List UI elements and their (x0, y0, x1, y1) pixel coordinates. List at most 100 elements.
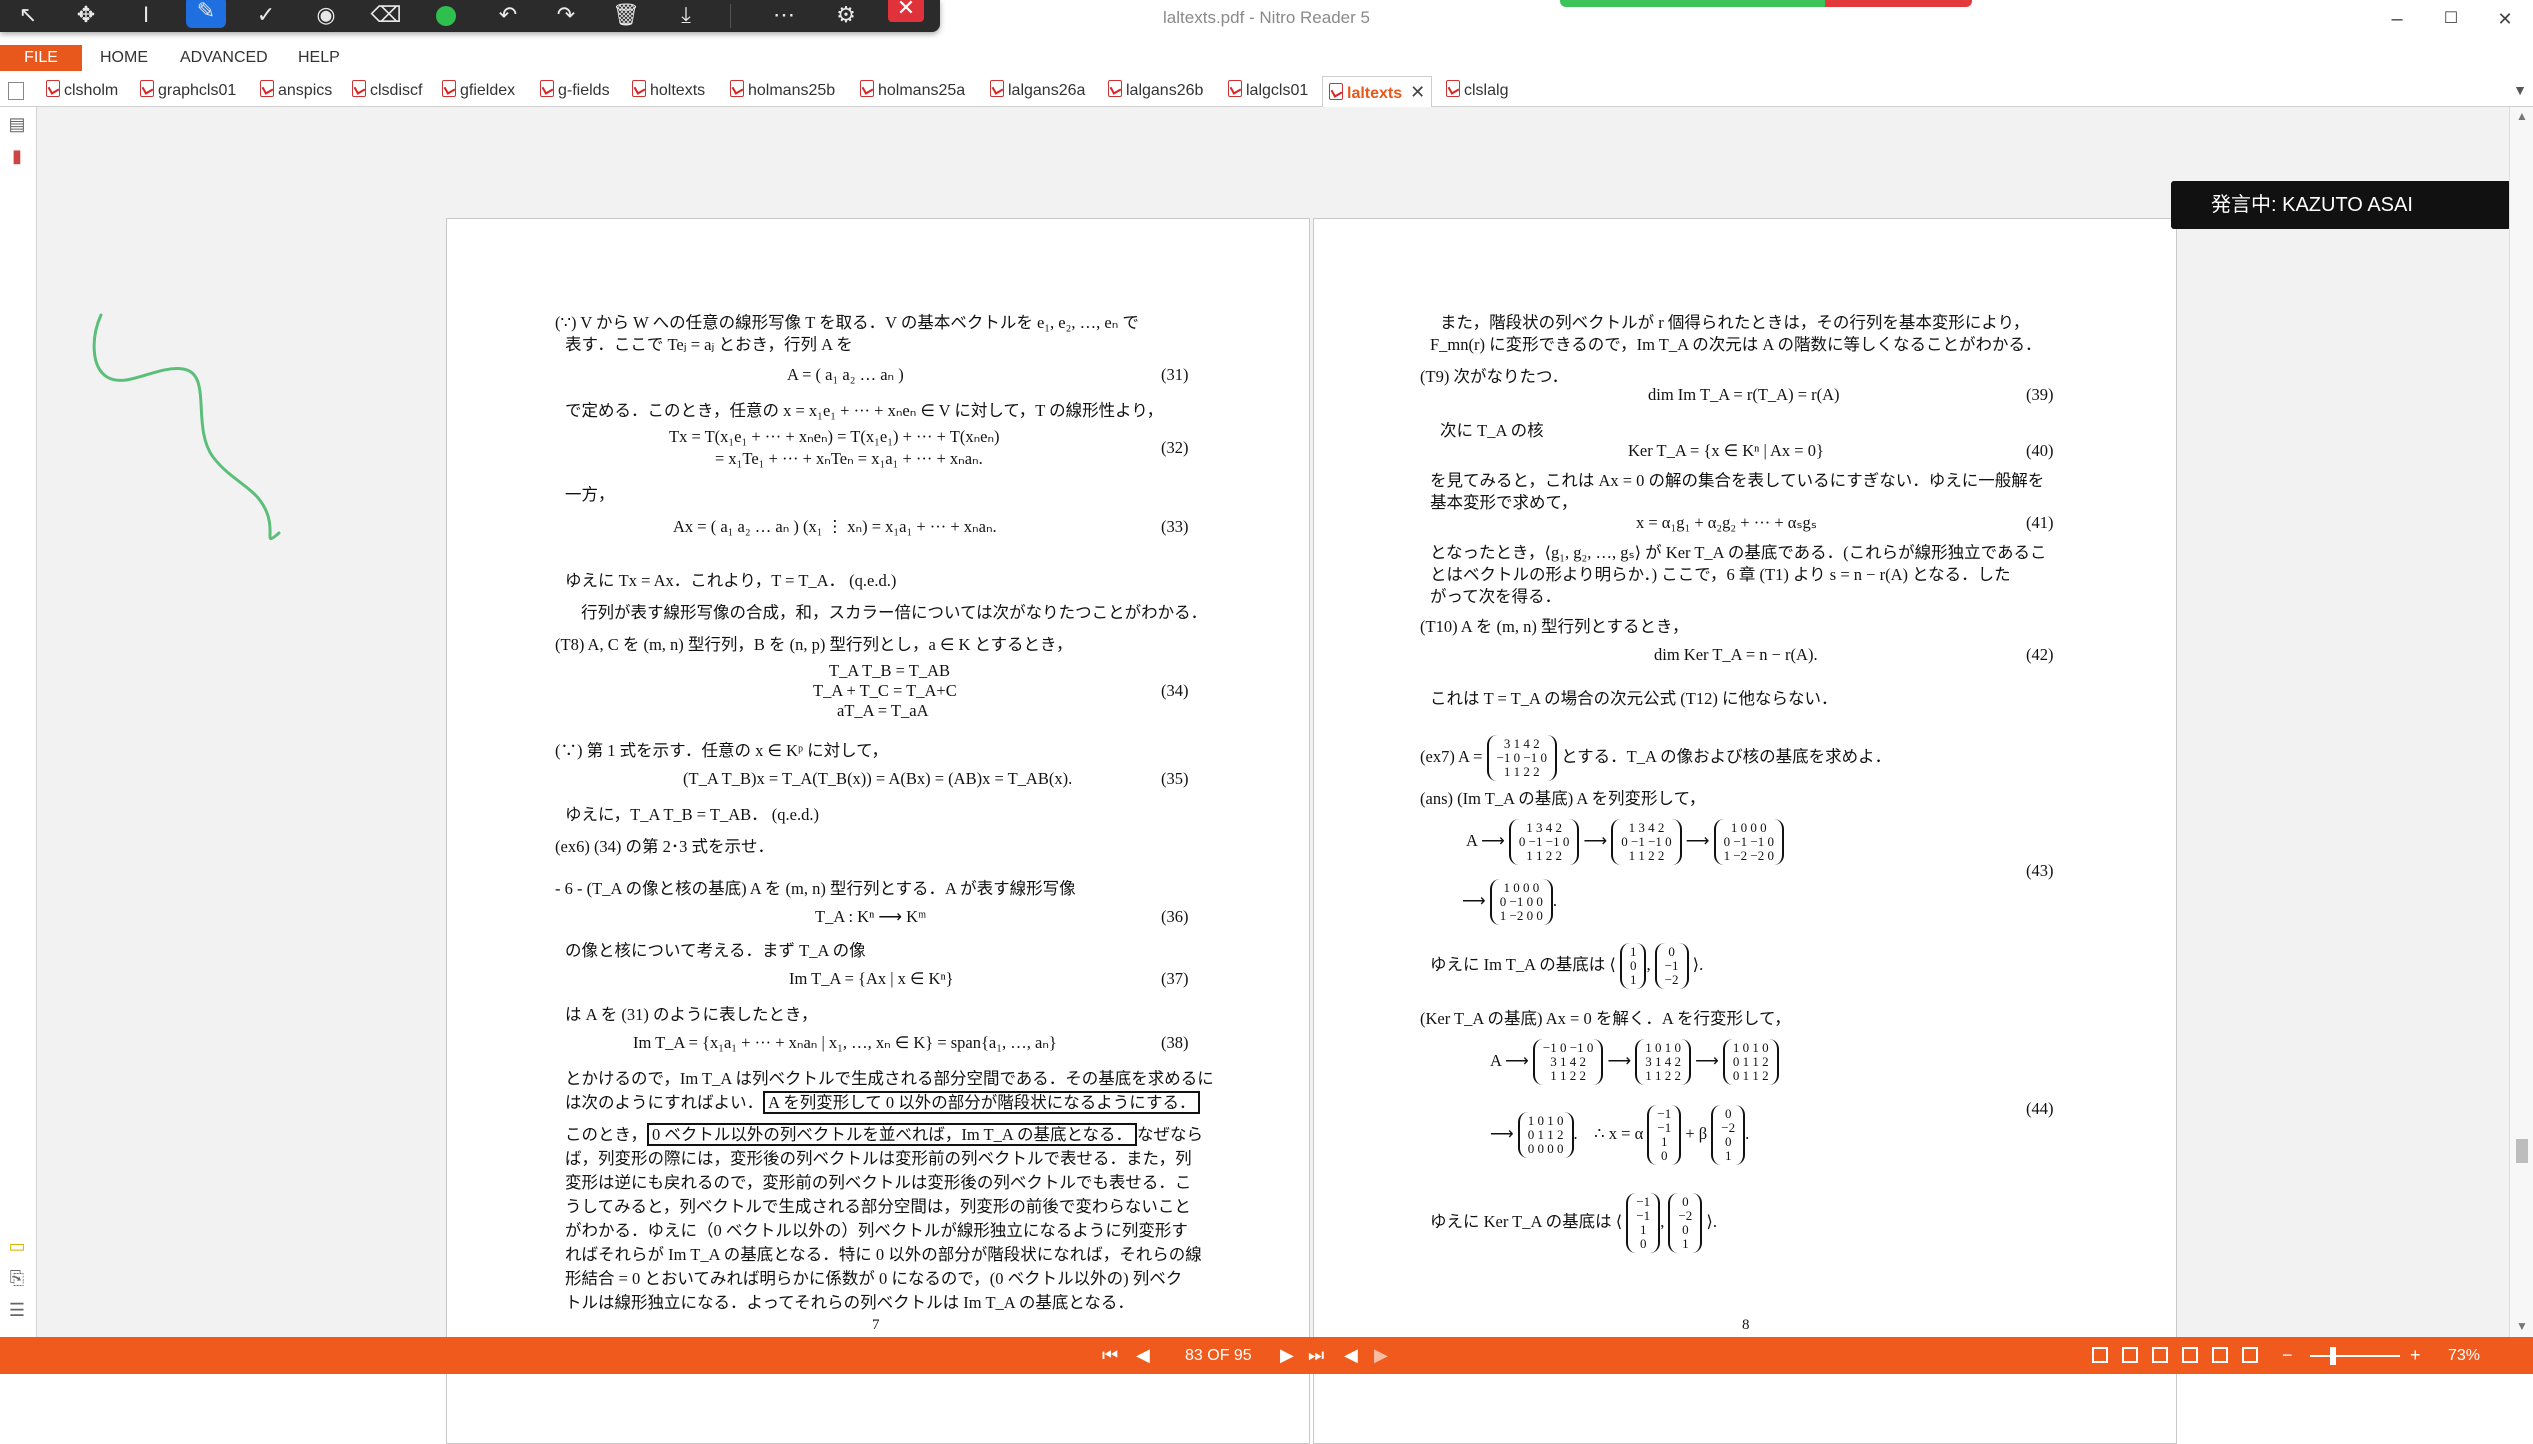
trash-icon[interactable]: 🗑 (606, 0, 646, 32)
tab-anspics[interactable]: anspics (260, 79, 332, 103)
single-page-view-icon[interactable] (2092, 1347, 2108, 1363)
previous-view-icon[interactable]: ◀ (1344, 1337, 1358, 1374)
equation: Tx = T(x₁e₁ + ··· + xₙeₙ) = T(x₁e₁) + ··… (669, 427, 1000, 446)
eraser-icon[interactable]: ⌫ (366, 0, 406, 32)
pen-icon[interactable]: ✎ (186, 0, 226, 28)
spotlight-icon[interactable]: ◉ (306, 0, 346, 32)
matrix-row: −1 (1664, 958, 1679, 973)
tab-gfieldex[interactable]: gfieldex (442, 79, 515, 103)
attachments-panel-icon[interactable]: ⎘ (6, 1267, 28, 1289)
pages-panel-icon[interactable]: ▤ (6, 113, 28, 135)
equation: ⟶ 1 0 0 00 −1 0 01 −2 0 0. (1462, 879, 1557, 925)
menu-home[interactable]: HOME (100, 45, 148, 71)
close-tab-icon[interactable]: ✕ (1410, 82, 1425, 102)
equation-number: (39) (2026, 385, 2054, 404)
text-line: (∵) V から W への任意の線形写像 T を取る．V の基本ベクトルを e₁… (555, 313, 1139, 332)
solution-vector: 0 −2 0 1 (1711, 1105, 1746, 1165)
menu-help[interactable]: HELP (298, 45, 340, 71)
color-picker-icon[interactable] (436, 6, 456, 26)
matrix-row: 3 1 4 2 (1503, 736, 1540, 751)
checkmark-icon[interactable]: ✓ (246, 0, 286, 32)
text-span: ⟩. (1706, 1211, 1717, 1231)
matrix-row: −1 (1636, 1194, 1651, 1209)
equation: Ax = ( a₁ a₂ … aₙ ) (x₁ ⋮ xₙ) = x₁a₁ + ·… (673, 517, 997, 536)
zoom-level[interactable]: 73% (2448, 1337, 2480, 1374)
tab-holtexts[interactable]: holtexts (632, 79, 705, 103)
close-toolbar-button[interactable]: ✕ (888, 0, 924, 22)
zoom-slider-thumb[interactable] (2329, 1347, 2336, 1365)
tab-laltexts[interactable]: laltexts ✕ (1322, 76, 1433, 107)
text-line: うしてみると，列ベクトルで生成される部分空間は，列変形の前後で変わらないこと (565, 1197, 1191, 1216)
continuous-view-icon[interactable] (2122, 1347, 2138, 1363)
move-icon[interactable]: ✥ (66, 0, 106, 32)
last-page-icon[interactable]: ⏭ (1308, 1337, 1324, 1374)
tab-holmans25b[interactable]: holmans25b (730, 79, 835, 103)
scroll-down-icon[interactable]: ▼ (2516, 1319, 2528, 1333)
scroll-up-icon[interactable]: ▲ (2516, 109, 2528, 123)
text-span: ⟩. (1692, 954, 1704, 974)
tab-g-fields[interactable]: g-fields (540, 79, 610, 103)
scrollbar-thumb[interactable] (2516, 1139, 2528, 1163)
text-cursor-icon[interactable]: I (126, 0, 166, 32)
bookmarks-panel-icon[interactable]: ▮ (6, 145, 28, 167)
vertical-scrollbar[interactable]: ▲ ▼ (2509, 107, 2533, 1337)
menu-advanced[interactable]: ADVANCED (180, 45, 268, 71)
text-line: (T8) A, C を (m, n) 型行列，B を (n, p) 型行列とし，… (555, 635, 1073, 654)
document-list-icon[interactable] (8, 82, 24, 100)
zoom-out-button[interactable]: − (2282, 1337, 2293, 1374)
matrix-row: 1 (1640, 1222, 1647, 1237)
fit-page-icon[interactable] (2242, 1347, 2258, 1363)
pointer-icon[interactable]: ↖ (8, 0, 48, 32)
tab-clsdiscf[interactable]: clsdiscf (352, 79, 422, 103)
pdf-file-icon (540, 80, 554, 97)
facing-view-icon[interactable] (2152, 1347, 2168, 1363)
document-viewport[interactable]: (∵) V から W への任意の線形写像 T を取る．V の基本ベクトルを e₁… (37, 107, 2511, 1444)
user-settings-icon[interactable]: ⚙ (826, 0, 866, 32)
next-view-icon[interactable]: ▶ (1374, 1337, 1388, 1374)
more-options-icon[interactable]: ⋯ (764, 0, 804, 32)
fit-width-icon[interactable] (2212, 1347, 2228, 1363)
pdf-file-icon (352, 80, 366, 97)
matrix-row: −2 (1721, 1120, 1736, 1135)
tab-lalgans26a[interactable]: lalgans26a (990, 79, 1085, 103)
tab-lalgcls01[interactable]: lalgcls01 (1228, 79, 1308, 103)
matrix-row: 1 (1682, 1236, 1689, 1251)
zoom-slider[interactable] (2310, 1347, 2400, 1365)
maximize-button[interactable]: ☐ (2436, 6, 2466, 32)
matrix-row: 1 0 1 0 (1732, 1040, 1769, 1055)
layers-panel-icon[interactable]: ☰ (6, 1299, 28, 1321)
zoom-in-button[interactable]: + (2410, 1337, 2421, 1374)
matrix-row: 3 1 4 2 (1550, 1054, 1586, 1069)
tab-holmans25a[interactable]: holmans25a (860, 79, 965, 103)
pdf-file-icon (632, 80, 646, 97)
facing-continuous-view-icon[interactable] (2182, 1347, 2198, 1363)
page-number: 8 (1742, 1317, 1750, 1333)
pdf-file-icon (140, 80, 154, 97)
next-page-icon[interactable]: ▶ (1280, 1337, 1294, 1374)
minimize-button[interactable]: – (2382, 6, 2412, 32)
tab-lalgans26b[interactable]: lalgans26b (1108, 79, 1203, 103)
matrix-row: 0 1 1 2 (1732, 1054, 1769, 1069)
ink-annotation[interactable] (87, 307, 287, 567)
menu-file[interactable]: FILE (0, 45, 82, 71)
matrix-row: 1 3 4 2 (1628, 820, 1665, 835)
text-line: 形結合 = 0 とおいてみれば明らかに係数が 0 になるので，(0 ベクトル以外… (565, 1269, 1183, 1288)
tab-list-dropdown-icon[interactable]: ▼ (2513, 82, 2527, 98)
download-icon[interactable]: ⤓ (666, 0, 706, 32)
first-page-icon[interactable]: ⏮ (1102, 1337, 1118, 1374)
close-window-button[interactable]: ✕ (2490, 6, 2520, 32)
tab-clsholm[interactable]: clsholm (46, 79, 118, 103)
equation: dim Im T_A = r(T_A) = r(A) (1648, 385, 1840, 404)
matrix: 1 3 4 20 −1 −1 01 1 2 2 (1611, 819, 1682, 865)
tab-clslalg[interactable]: clslalg (1446, 79, 1508, 103)
matrix-row: 1 (1724, 1148, 1732, 1163)
equation: ⟶ 1 0 1 00 1 1 20 0 0 0. ∴ x = α −1 −1 1 0 … (1490, 1105, 1750, 1165)
matrix-row: 0 (1668, 944, 1675, 959)
undo-icon[interactable]: ↶ (488, 0, 528, 32)
text-span: ∴ x = α (1594, 1123, 1644, 1143)
previous-page-icon[interactable]: ◀ (1136, 1337, 1150, 1374)
page-indicator[interactable]: 83 OF 95 (1185, 1337, 1252, 1374)
redo-icon[interactable]: ↷ (546, 0, 586, 32)
tab-graphcls01[interactable]: graphcls01 (140, 79, 236, 103)
comments-panel-icon[interactable]: ▭ (6, 1235, 28, 1257)
